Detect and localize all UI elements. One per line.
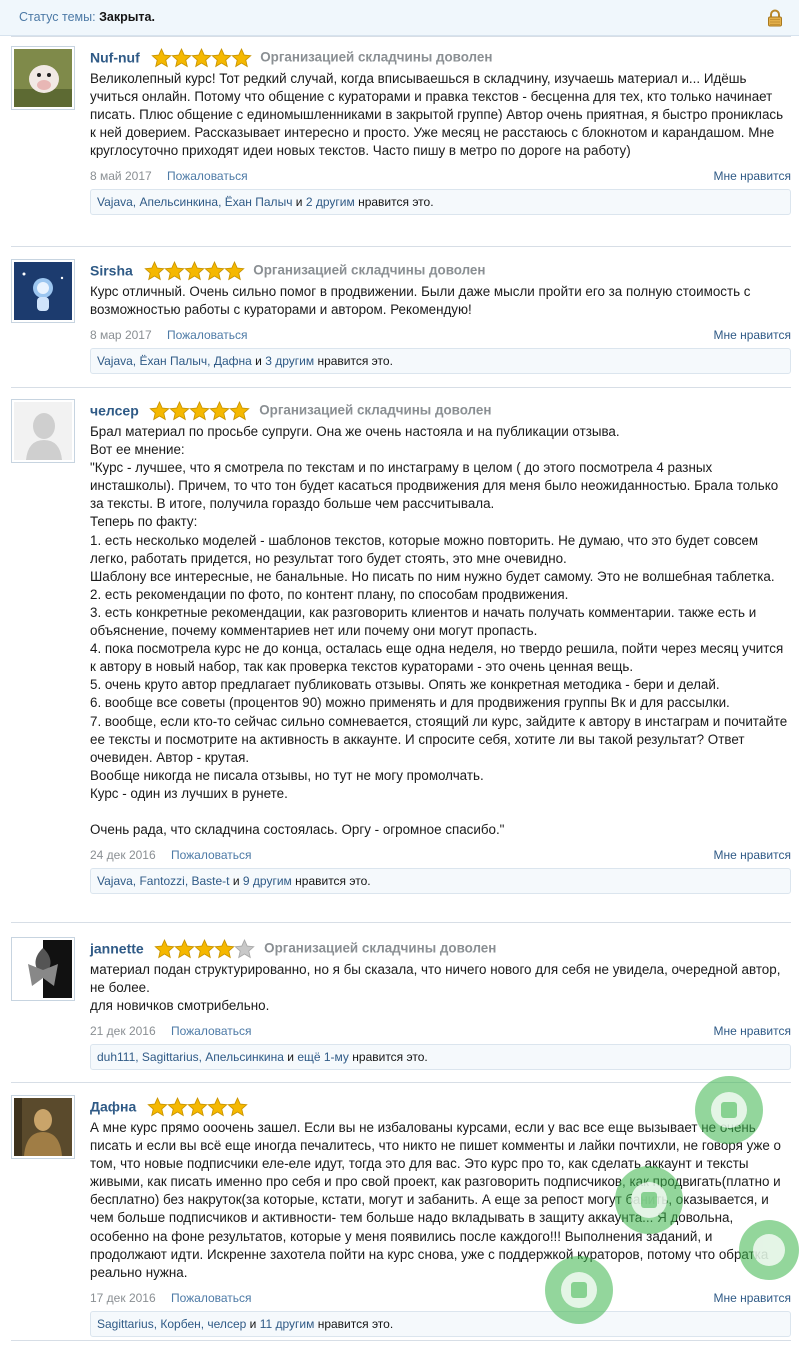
likers-list[interactable]: Vajava, Ёхан Палыч, Дафна — [97, 354, 252, 368]
avatar-image — [14, 940, 72, 998]
review-text: материал подан структурированно, но я бы… — [90, 962, 781, 1014]
rating-stars — [154, 937, 256, 959]
star-filled-icon — [214, 938, 236, 959]
thread-status-label: Статус темы: — [19, 10, 96, 24]
rating-stars — [149, 399, 251, 421]
like-button[interactable]: Мне нравится — [713, 846, 791, 864]
review-date[interactable]: 8 мар 2017 — [90, 328, 152, 342]
thread-status-bar: Статус темы: Закрыта. — [0, 0, 799, 36]
review-text: Брал материал по просьбе супруги. Она же… — [90, 424, 788, 838]
star-filled-icon — [154, 938, 176, 959]
rating-label: Организацией складчины доволен — [260, 49, 493, 65]
username-link[interactable]: jannette — [90, 940, 144, 956]
star-filled-icon — [143, 260, 165, 281]
rating-stars — [143, 259, 245, 281]
star-filled-icon — [227, 1096, 248, 1117]
avatar-image — [14, 262, 72, 320]
rating-label: Организацией складчины доволен — [264, 940, 497, 956]
star-filled-icon — [150, 47, 172, 68]
likers-list[interactable]: Vajava, Апельсинкина, Ёхан Палыч — [97, 195, 292, 209]
likes-summary: Vajava, Апельсинкина, Ёхан Палыч и 2 дру… — [90, 189, 791, 216]
likers-suffix: нравится это. — [317, 1316, 394, 1331]
review-date[interactable]: 21 дек 2016 — [90, 1024, 156, 1038]
rating-stars — [150, 46, 252, 68]
review-date[interactable]: 17 дек 2016 — [90, 1291, 156, 1305]
star-filled-icon — [223, 260, 245, 281]
review-text: Курс отличный. Очень сильно помог в прод… — [90, 284, 751, 318]
likers-more-link[interactable]: 3 другим — [265, 354, 314, 368]
avatar[interactable] — [11, 46, 75, 110]
star-filled-icon — [230, 47, 252, 68]
rating-stars — [147, 1095, 248, 1117]
star-filled-icon — [174, 938, 196, 959]
likes-summary: duh111, Sagittarius, Апельсинкина и ещё … — [90, 1044, 791, 1071]
review-text: Великолепный курс! Тот редкий случай, ко… — [90, 71, 784, 159]
username-link[interactable]: челсер — [90, 402, 139, 418]
review-divider — [11, 36, 791, 37]
star-filled-icon — [167, 1096, 188, 1117]
report-link[interactable]: Пожаловаться — [171, 1291, 252, 1305]
avatar[interactable] — [11, 1095, 75, 1159]
thread-status-value: Закрыта. — [99, 10, 155, 24]
star-filled-icon — [203, 260, 225, 281]
review-divider — [11, 246, 791, 247]
username-link[interactable]: Дафна — [90, 1098, 136, 1114]
star-filled-icon — [207, 1096, 228, 1117]
avatar[interactable] — [11, 259, 75, 323]
review-divider — [11, 1082, 791, 1083]
rating-label: Организацией складчины доволен — [253, 262, 486, 278]
review-date[interactable]: 8 май 2017 — [90, 169, 152, 183]
avatar[interactable] — [11, 937, 75, 1001]
star-filled-icon — [149, 400, 171, 421]
lock-icon — [768, 9, 782, 27]
star-filled-icon — [183, 260, 205, 281]
likers-more-link[interactable]: 11 другим — [260, 1317, 315, 1331]
review-divider — [11, 387, 791, 388]
star-filled-icon — [194, 938, 216, 959]
report-link[interactable]: Пожаловаться — [167, 328, 248, 342]
likes-summary: Vajava, Ёхан Палыч, Дафна и 3 другим нра… — [90, 348, 791, 375]
review-date[interactable]: 24 дек 2016 — [90, 848, 156, 862]
star-filled-icon — [209, 400, 231, 421]
star-empty-icon — [234, 938, 256, 959]
likers-suffix: нравится это. — [295, 874, 371, 889]
like-button[interactable]: Мне нравится — [713, 1022, 791, 1040]
star-filled-icon — [210, 47, 232, 68]
star-filled-icon — [147, 1096, 168, 1117]
review-text: А мне курс прямо ооочень зашел. Если вы … — [90, 1120, 781, 1280]
likes-summary: Vajava, Fantozzi, Baste-t и 9 другим нра… — [90, 868, 791, 895]
report-link[interactable]: Пожаловаться — [171, 1024, 252, 1038]
star-filled-icon — [163, 260, 185, 281]
report-link[interactable]: Пожаловаться — [167, 169, 248, 183]
username-link[interactable]: Sirsha — [90, 262, 133, 278]
report-link[interactable]: Пожаловаться — [171, 848, 252, 862]
likers-suffix: нравится это. — [352, 1050, 428, 1065]
review-divider — [11, 922, 791, 923]
star-filled-icon — [187, 1096, 208, 1117]
avatar-image — [14, 1098, 72, 1156]
like-button[interactable]: Мне нравится — [713, 1289, 791, 1307]
rating-label: Организацией складчины доволен — [259, 402, 492, 418]
likers-list[interactable]: duh111, Sagittarius, Апельсинкина — [97, 1050, 284, 1064]
star-filled-icon — [229, 400, 251, 421]
avatar[interactable] — [11, 399, 75, 463]
likers-suffix: нравится это. — [317, 354, 393, 369]
likers-suffix: нравится это. — [358, 195, 434, 210]
star-filled-icon — [170, 47, 192, 68]
avatar-image — [14, 402, 72, 460]
likers-more-link[interactable]: ещё 1-му — [297, 1050, 349, 1064]
like-button[interactable]: Мне нравится — [713, 326, 791, 344]
star-filled-icon — [189, 400, 211, 421]
username-link[interactable]: Nuf-nuf — [90, 49, 140, 65]
likers-more-link[interactable]: 9 другим — [243, 874, 292, 888]
like-button[interactable]: Мне нравится — [713, 167, 791, 185]
avatar-image — [14, 49, 72, 107]
likes-summary: Sagittarius, Корбен, челсер и 11 другим … — [90, 1310, 791, 1337]
star-filled-icon — [190, 47, 212, 68]
likers-list[interactable]: Sagittarius, Корбен, челсер — [97, 1317, 246, 1331]
review-divider — [11, 1340, 791, 1341]
likers-list[interactable]: Vajava, Fantozzi, Baste-t — [97, 874, 230, 888]
star-filled-icon — [169, 400, 191, 421]
likers-more-link[interactable]: 2 другим — [306, 195, 355, 209]
